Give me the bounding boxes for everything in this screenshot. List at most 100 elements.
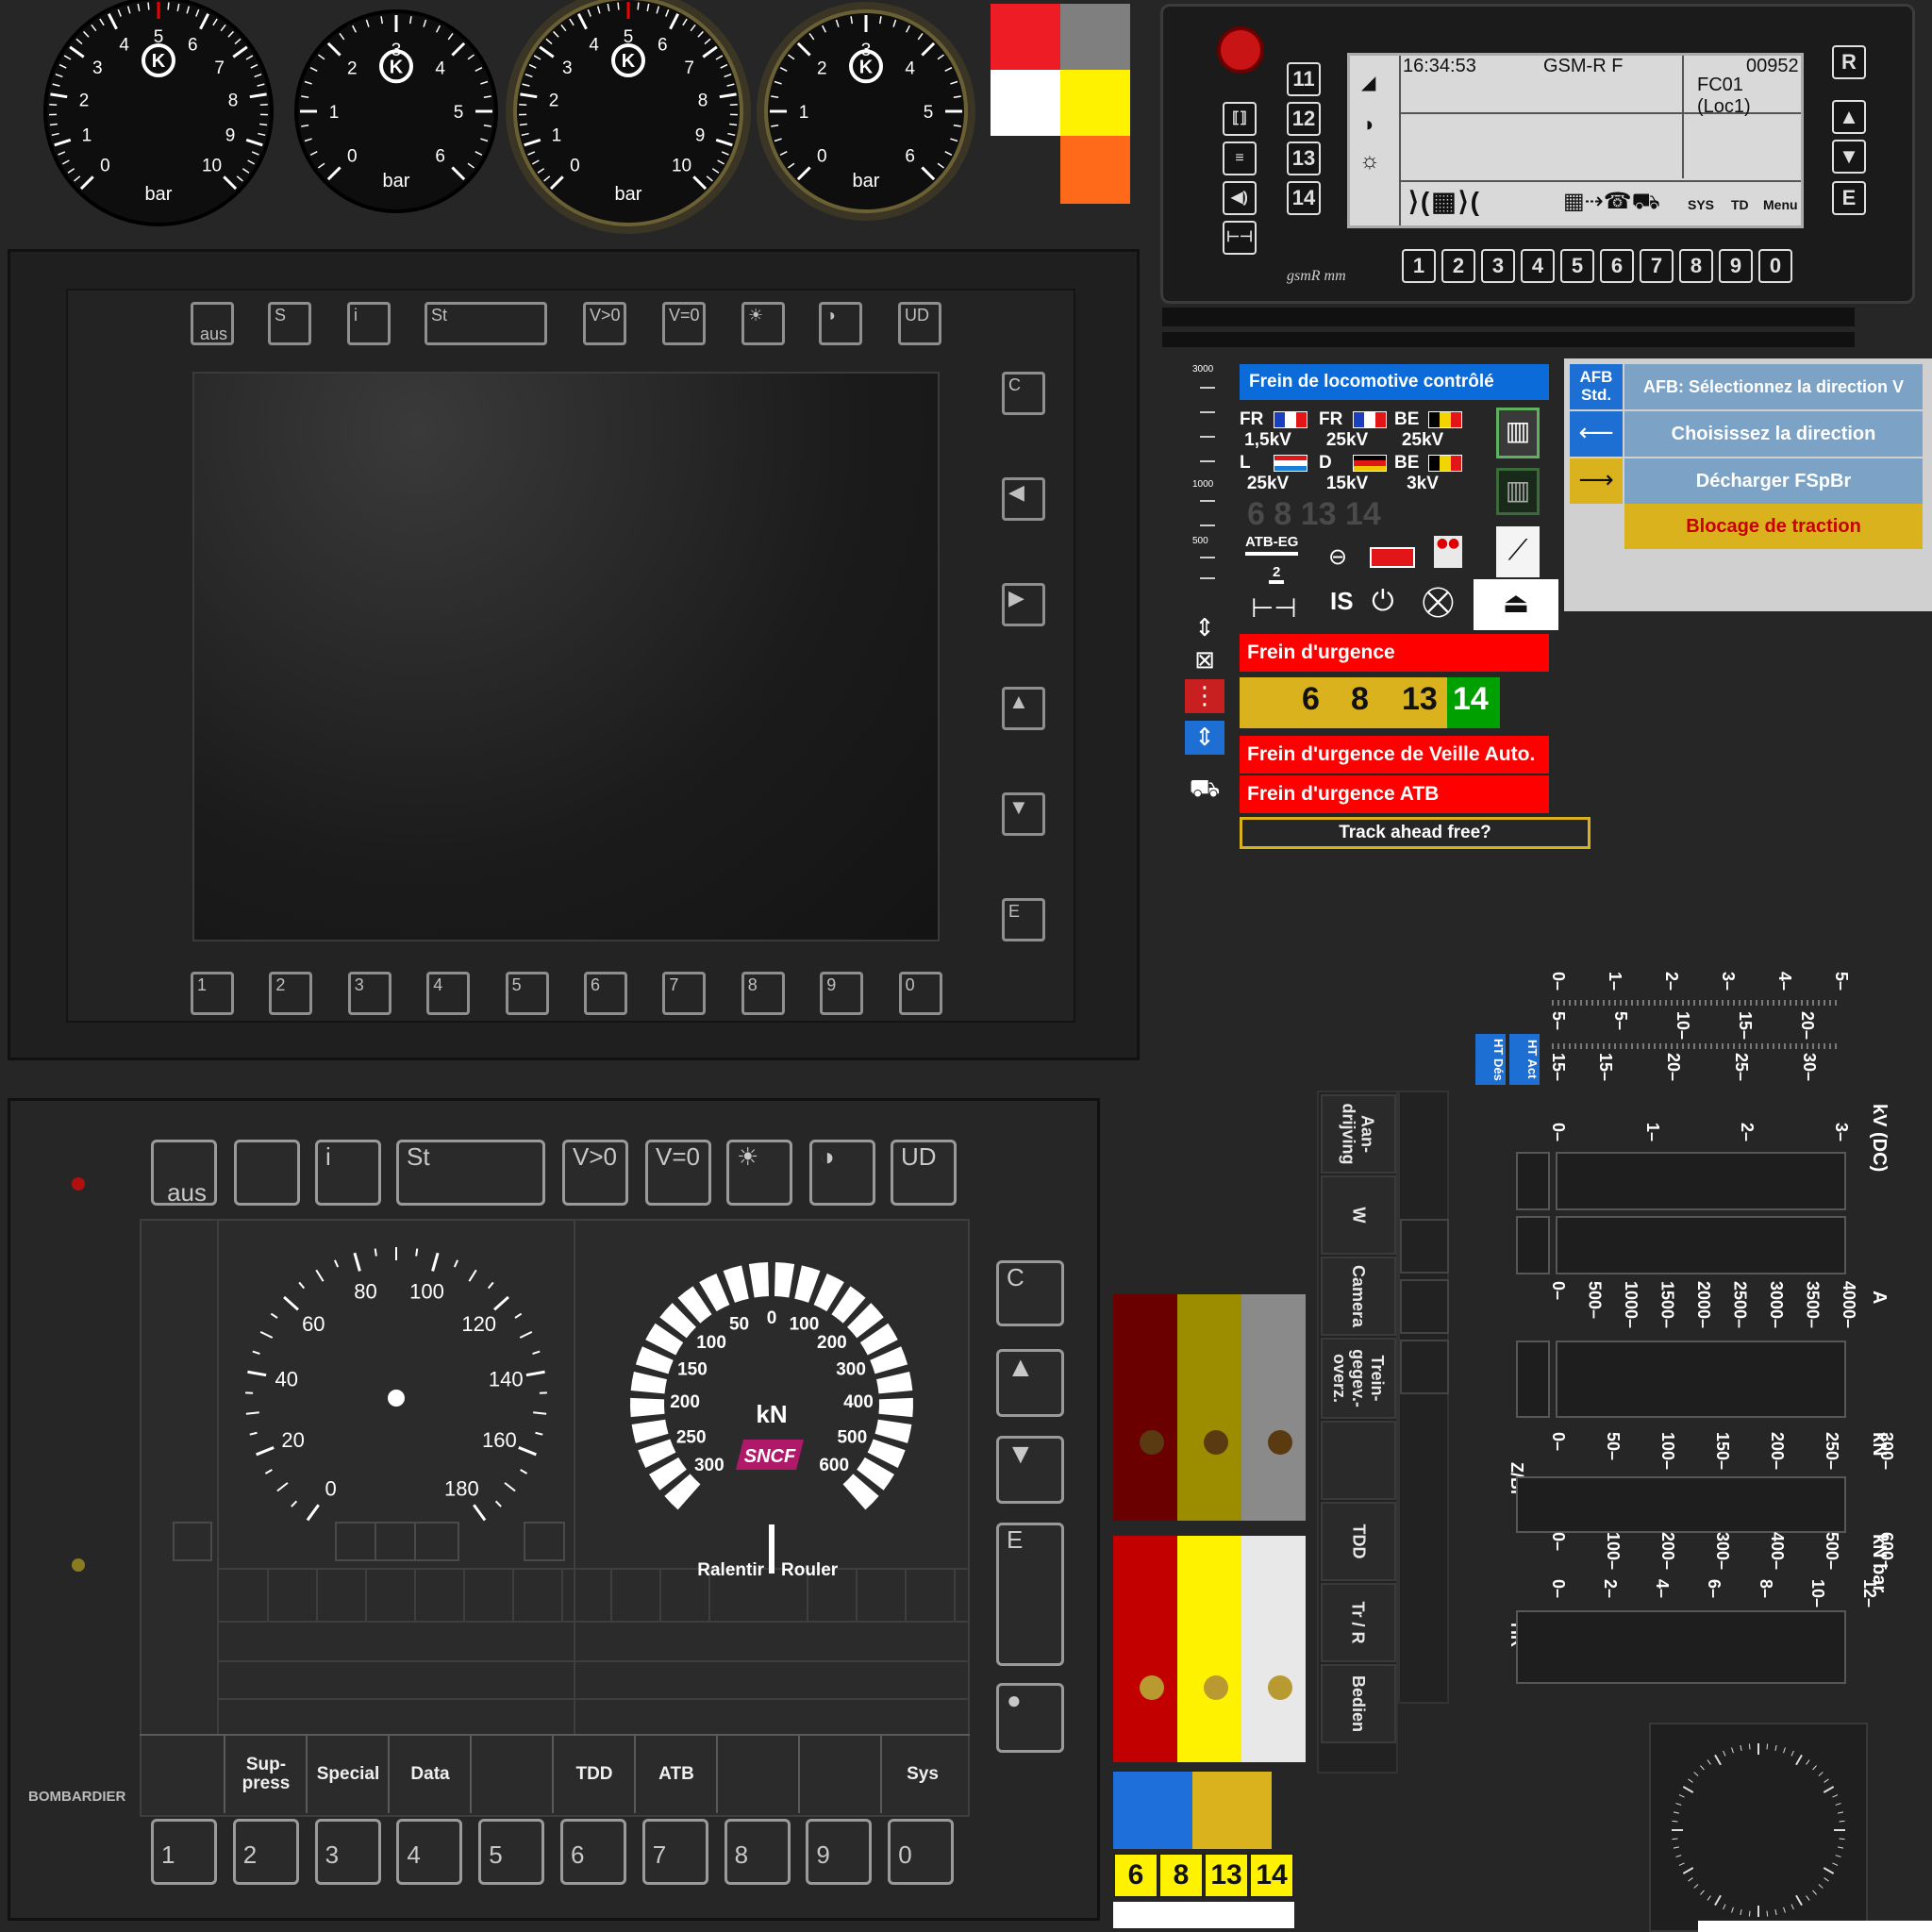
gsm-up-icon[interactable]: ▲: [1832, 100, 1866, 134]
dmi-bottom-contrast-button[interactable]: ◑: [809, 1140, 875, 1206]
speed-zero-button[interactable]: V=0: [662, 302, 706, 345]
softkey-6[interactable]: ATB: [634, 1736, 717, 1813]
dmi-bottom-power-button[interactable]: aus: [151, 1140, 217, 1206]
start-button[interactable]: St: [425, 302, 547, 345]
gsm-key-0[interactable]: 0: [1758, 249, 1792, 283]
gsm-key-r[interactable]: R: [1832, 45, 1866, 79]
dmi-top-right-arrow-icon[interactable]: ▶: [1002, 583, 1045, 626]
dmi-top-number-8[interactable]: 8: [741, 972, 785, 1015]
gsm-call-icon[interactable]: ⟦⟧: [1223, 102, 1257, 136]
afb-select-direction[interactable]: AFB: Sélectionnez la direction V: [1624, 364, 1923, 409]
dmi-bottom-number-0[interactable]: 0: [888, 1819, 955, 1885]
dmi-bottom-number-9[interactable]: 9: [806, 1819, 873, 1885]
track-free-button[interactable]: Track ahead free?: [1240, 817, 1591, 849]
dmi-top-number-6[interactable]: 6: [584, 972, 627, 1015]
info-button[interactable]: i: [347, 302, 391, 345]
dmi-bottom-start-button[interactable]: St: [396, 1140, 545, 1206]
dmi-top-left-arrow-icon[interactable]: ◀: [1002, 477, 1045, 521]
ht-off-button[interactable]: HT Dés: [1475, 1034, 1506, 1085]
gsm-key-12[interactable]: 12: [1287, 102, 1321, 136]
softkey-5[interactable]: TDD: [552, 1736, 635, 1813]
dmi-bottom-brightness-button[interactable]: ☀: [726, 1140, 792, 1206]
dmi-top-number-5[interactable]: 5: [505, 972, 549, 1015]
gsm-soft-sys[interactable]: SYS: [1688, 197, 1714, 212]
side-tab-2[interactable]: Camera: [1321, 1257, 1396, 1336]
dmi-top-number-1[interactable]: 1: [191, 972, 234, 1015]
gsm-key-4[interactable]: 4: [1521, 249, 1555, 283]
gsm-speaker-icon[interactable]: ◀): [1223, 181, 1257, 215]
dmi-bottom-ud-button[interactable]: UD: [891, 1140, 957, 1206]
side-tab-6[interactable]: Tr / R: [1321, 1583, 1396, 1662]
side-tab-0[interactable]: Aan- drijving: [1321, 1094, 1396, 1174]
gsm-key-11[interactable]: 11: [1287, 62, 1321, 96]
dmi-bottom-number-5[interactable]: 5: [478, 1819, 545, 1885]
dmi-bottom-speed-zero-button[interactable]: V=0: [645, 1140, 711, 1206]
dmi-bottom-number-4[interactable]: 4: [396, 1819, 463, 1885]
softkey-7[interactable]: [716, 1736, 799, 1813]
gsm-key-5[interactable]: 5: [1560, 249, 1594, 283]
gsm-key-14[interactable]: 14: [1287, 181, 1321, 215]
gsm-message-icon[interactable]: ≡: [1223, 142, 1257, 175]
softkey-4[interactable]: [470, 1736, 553, 1813]
dmi-bottom-dot-button[interactable]: ●: [996, 1683, 1064, 1753]
gsm-key-13[interactable]: 13: [1287, 142, 1321, 175]
dmi-top-c-button[interactable]: C: [1002, 372, 1045, 415]
gsm-hangup-icon[interactable]: ⊢⊣: [1223, 221, 1257, 255]
contrast-button[interactable]: ◑: [819, 302, 862, 345]
s-button[interactable]: S: [268, 302, 311, 345]
unload-icon[interactable]: ⏏: [1474, 579, 1558, 630]
dmi-bottom-number-1[interactable]: 1: [151, 1819, 217, 1885]
switch-icon[interactable]: ⟋: [1496, 526, 1540, 577]
softkey-3[interactable]: Data: [388, 1736, 471, 1813]
dmi-bottom-speed-gt-zero-button[interactable]: V>0: [562, 1140, 628, 1206]
dmi-bottom-c-button[interactable]: C: [996, 1260, 1064, 1326]
dmi-bottom-blank-button[interactable]: [234, 1140, 300, 1206]
dmi-bottom-up-arrow-icon[interactable]: ▲: [996, 1349, 1064, 1417]
dmi-bottom-number-3[interactable]: 3: [314, 1819, 381, 1885]
brightness-button[interactable]: ☀: [741, 302, 785, 345]
dmi-top-number-7[interactable]: 7: [662, 972, 707, 1015]
gsm-key-7[interactable]: 7: [1640, 249, 1674, 283]
gsm-key-6[interactable]: 6: [1600, 249, 1634, 283]
dmi-bottom-number-6[interactable]: 6: [560, 1819, 626, 1885]
dmi-top-number-9[interactable]: 9: [820, 972, 864, 1015]
dmi-bottom-down-arrow-icon[interactable]: ▼: [996, 1436, 1064, 1504]
gsm-key-1[interactable]: 1: [1402, 249, 1436, 283]
direction-right-icon[interactable]: ⟶: [1570, 458, 1623, 504]
gsm-down-icon[interactable]: ▼: [1832, 140, 1866, 174]
radio-alarm-icon[interactable]: [1217, 26, 1264, 74]
dmi-bottom-number-8[interactable]: 8: [724, 1819, 791, 1885]
side-tab-4[interactable]: [1321, 1421, 1396, 1500]
softkey-8[interactable]: [798, 1736, 881, 1813]
dmi-top-up-arrow-icon[interactable]: ▲: [1002, 687, 1045, 730]
speed-gt-zero-button[interactable]: V>0: [583, 302, 626, 345]
dmi-top-number-3[interactable]: 3: [347, 972, 391, 1015]
gsm-key-2[interactable]: 2: [1441, 249, 1475, 283]
dmi-bottom-number-7[interactable]: 7: [641, 1819, 708, 1885]
gsm-key-8[interactable]: 8: [1679, 249, 1713, 283]
side-tab-5[interactable]: TDD: [1321, 1502, 1396, 1581]
gsm-key-9[interactable]: 9: [1719, 249, 1753, 283]
softkey-1[interactable]: Sup- press: [224, 1736, 307, 1813]
gsm-key-e[interactable]: E: [1832, 181, 1866, 215]
softkey-9[interactable]: Sys: [880, 1736, 963, 1813]
dmi-top-number-4[interactable]: 4: [426, 972, 471, 1015]
pantograph-down-icon[interactable]: ▥: [1496, 468, 1540, 515]
softkey-2[interactable]: Special: [306, 1736, 389, 1813]
dmi-top-e-button[interactable]: E: [1002, 898, 1045, 941]
ud-button[interactable]: UD: [898, 302, 941, 345]
dmi-bottom-e-button[interactable]: E: [996, 1523, 1064, 1666]
dmi-bottom-info-button[interactable]: i: [315, 1140, 381, 1206]
gsm-soft-td[interactable]: TD: [1731, 197, 1749, 212]
direction-left-icon[interactable]: ⟵: [1570, 411, 1623, 457]
dmi-top-number-2[interactable]: 2: [269, 972, 313, 1015]
dmi-top-number-0[interactable]: 0: [898, 972, 942, 1015]
dmi-bottom-number-2[interactable]: 2: [232, 1819, 299, 1885]
power-button[interactable]: aus: [191, 302, 234, 345]
side-tab-3[interactable]: Trein- gegev.- overz.: [1321, 1338, 1396, 1419]
softkey-0[interactable]: [142, 1736, 225, 1813]
pantograph-up-icon[interactable]: ▥: [1496, 408, 1540, 458]
gsm-key-3[interactable]: 3: [1481, 249, 1515, 283]
gsm-soft-menu[interactable]: Menu: [1763, 197, 1798, 212]
dmi-top-down-arrow-icon[interactable]: ▼: [1002, 792, 1045, 836]
